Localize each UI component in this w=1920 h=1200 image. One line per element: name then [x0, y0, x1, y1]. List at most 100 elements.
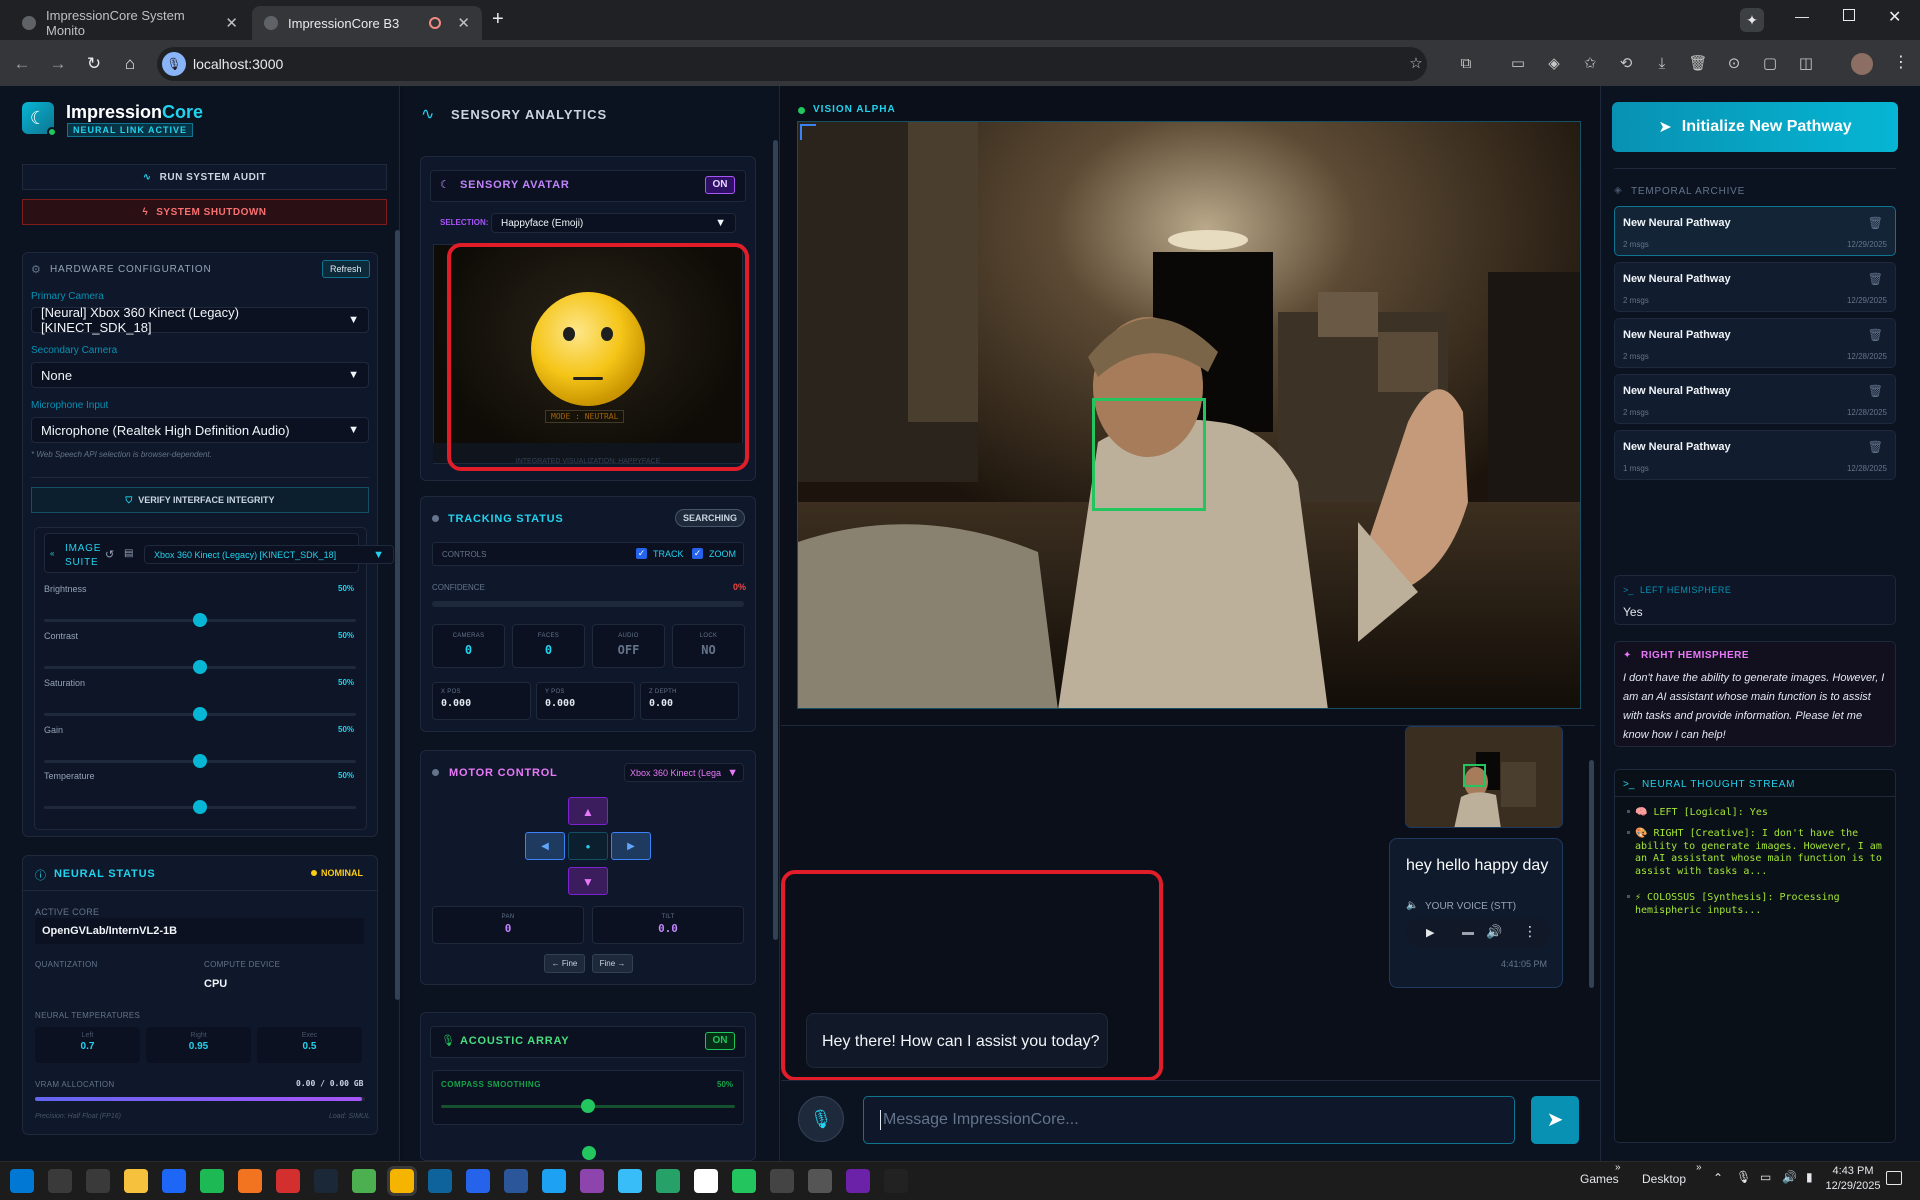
volume-icon[interactable]: 🔊 [1486, 924, 1502, 940]
app-git-icon[interactable] [656, 1169, 680, 1193]
send-button[interactable]: ➤ [1531, 1096, 1579, 1144]
archive-item[interactable]: New Neural Pathway 1 msgs 12/28/2025 🗑 [1614, 430, 1896, 480]
app-chess-icon[interactable] [770, 1169, 794, 1193]
windows-start-icon[interactable] [10, 1169, 34, 1193]
battery-icon[interactable]: ▮ [1806, 1170, 1813, 1184]
mic-permission-icon[interactable]: 🎙 [162, 52, 186, 76]
browser-tab-monitor[interactable]: ImpressionCore System Monito ✕ [10, 6, 250, 40]
back-icon[interactable]: ← [10, 52, 34, 76]
sidebar-scrollbar[interactable] [395, 230, 400, 1000]
slider-knob[interactable] [193, 707, 207, 721]
motor-device-select[interactable]: Xbox 360 Kinect (Lega ▼ [624, 763, 744, 782]
app-note-icon[interactable] [618, 1169, 642, 1193]
tilt-down-button[interactable]: ▼ [568, 867, 608, 895]
docker-icon[interactable] [542, 1169, 566, 1193]
chrome-icon[interactable] [352, 1169, 376, 1193]
track-checkbox[interactable]: ✓ [636, 548, 647, 559]
favorites-icon[interactable]: ✩ [1578, 52, 1602, 76]
reload-icon[interactable]: ↻ [82, 52, 106, 76]
minimize-icon[interactable]: — [1795, 8, 1809, 24]
trash-icon[interactable]: 🗑 [1868, 440, 1883, 454]
app-ghost-icon[interactable] [694, 1169, 718, 1193]
archive-item[interactable]: New Neural Pathway 2 msgs 12/29/2025 🗑 [1614, 262, 1896, 312]
avatar-selection-select[interactable]: Happyface (Emoji) ▼ [491, 213, 736, 233]
tray-chevron-icon[interactable]: ⌃ [1713, 1171, 1723, 1185]
archive-item[interactable]: New Neural Pathway 2 msgs 12/28/2025 🗑 [1614, 318, 1896, 368]
home-icon[interactable]: ⌂ [118, 52, 142, 76]
pan-left-button[interactable]: ◀ [525, 832, 565, 860]
image-suite-source-select[interactable]: Xbox 360 Kinect (Legacy) [KINECT_SDK_18]… [144, 545, 394, 564]
games-label[interactable]: Games [1580, 1172, 1619, 1186]
delete-icon[interactable]: 🗑 [1686, 52, 1710, 76]
archive-item[interactable]: New Neural Pathway 2 msgs 12/28/2025 🗑 [1614, 374, 1896, 424]
network-icon[interactable]: ▭ [1760, 1170, 1771, 1184]
archive-item[interactable]: New Neural Pathway 2 msgs 12/29/2025 🗑 [1614, 206, 1896, 256]
run-audit-button[interactable]: ∿ RUN SYSTEM AUDIT [22, 164, 387, 190]
fine-right-button[interactable]: Fine → [592, 954, 633, 973]
app-a-icon[interactable] [466, 1169, 490, 1193]
refresh-button[interactable]: Refresh [322, 260, 370, 278]
message-input[interactable]: Message ImpressionCore... [863, 1096, 1515, 1144]
analytics-scrollbar[interactable] [773, 140, 778, 940]
primary-camera-select[interactable]: [Neural] Xbox 360 Kinect (Legacy) [KINEC… [31, 305, 369, 335]
mic-tray-icon[interactable]: 🎙 [1736, 1170, 1751, 1184]
menu-icon[interactable]: ⋮ [1893, 52, 1909, 72]
chat-scrollbar[interactable] [1589, 760, 1594, 988]
edge-icon[interactable] [162, 1169, 186, 1193]
chevron-right-icon[interactable]: » [1696, 1162, 1702, 1173]
close-window-icon[interactable]: ✕ [1888, 7, 1901, 27]
slider-knob[interactable] [193, 754, 207, 768]
shutdown-button[interactable]: ϟ SYSTEM SHUTDOWN [22, 199, 387, 225]
task-view-icon[interactable] [86, 1169, 110, 1193]
avatar-toggle[interactable]: ON [705, 176, 735, 194]
brave-icon[interactable] [238, 1169, 262, 1193]
microphone-select[interactable]: Microphone (Realtek High Definition Audi… [31, 417, 369, 443]
pan-right-button[interactable]: ▶ [611, 832, 651, 860]
new-tab-icon[interactable]: + [492, 8, 504, 31]
play-icon[interactable]: ▶ [1426, 926, 1434, 939]
sidebar-icon[interactable]: ▭ [1506, 52, 1530, 76]
terminal-icon[interactable] [504, 1169, 528, 1193]
screenshot-icon[interactable]: ⊙ [1722, 52, 1746, 76]
app-dots-icon[interactable] [808, 1169, 832, 1193]
taskbar-clock[interactable]: 4:43 PM 12/29/2025 [1821, 1164, 1885, 1194]
smoothing-knob[interactable] [581, 1099, 595, 1113]
desktop-label[interactable]: Desktop [1642, 1172, 1686, 1186]
file-explorer-icon[interactable] [124, 1169, 148, 1193]
steam-icon[interactable] [314, 1169, 338, 1193]
chevron-left-icon[interactable]: « [50, 549, 54, 558]
microphone-button[interactable]: 🎙 [798, 1096, 844, 1142]
close-icon[interactable]: ✕ [457, 14, 470, 32]
search-taskbar-icon[interactable] [48, 1169, 72, 1193]
more-icon[interactable]: ⋮ [1523, 923, 1537, 940]
history-icon[interactable]: ⟲ [1614, 52, 1638, 76]
fine-left-button[interactable]: ← Fine [544, 954, 585, 973]
init-pathway-button[interactable]: ➤ Initialize New Pathway [1612, 102, 1898, 152]
extensions-icon[interactable]: ⧉ [1454, 52, 1478, 76]
profile-avatar[interactable] [1851, 53, 1873, 75]
chevron-right-icon[interactable]: » [1615, 1162, 1621, 1173]
slider-knob[interactable] [193, 800, 207, 814]
progress-icon[interactable] [1462, 932, 1474, 935]
verify-integrity-button[interactable]: ⛉ VERIFY INTERFACE INTEGRITY [31, 487, 369, 513]
slider-knob[interactable] [193, 613, 207, 627]
cast-icon[interactable]: ▢ [1758, 52, 1782, 76]
secondary-camera-select[interactable]: None ▼ [31, 362, 369, 388]
save-icon[interactable]: ▤ [124, 548, 133, 559]
forward-icon[interactable]: → [46, 52, 70, 76]
app-purple-icon[interactable] [846, 1169, 870, 1193]
notifications-icon[interactable] [1886, 1171, 1902, 1185]
trash-icon[interactable]: 🗑 [1868, 384, 1883, 398]
url-text[interactable]: localhost:3000 [193, 56, 283, 72]
bookmark-star-icon[interactable]: ☆ [1404, 52, 1428, 76]
download-icon[interactable]: ⤓ [1650, 52, 1674, 76]
browser-tab-b3[interactable]: ImpressionCore B3 ✕ [252, 6, 482, 40]
spotify-icon[interactable] [200, 1169, 224, 1193]
app-green-icon[interactable] [732, 1169, 756, 1193]
trash-icon[interactable]: 🗑 [1868, 216, 1883, 230]
volume-tray-icon[interactable]: 🔊 [1782, 1170, 1797, 1184]
trash-icon[interactable]: 🗑 [1868, 328, 1883, 342]
devices-icon[interactable]: ◫ [1794, 52, 1818, 76]
app-ik-icon[interactable] [276, 1169, 300, 1193]
incognito-icon[interactable]: ◈ [1542, 52, 1566, 76]
